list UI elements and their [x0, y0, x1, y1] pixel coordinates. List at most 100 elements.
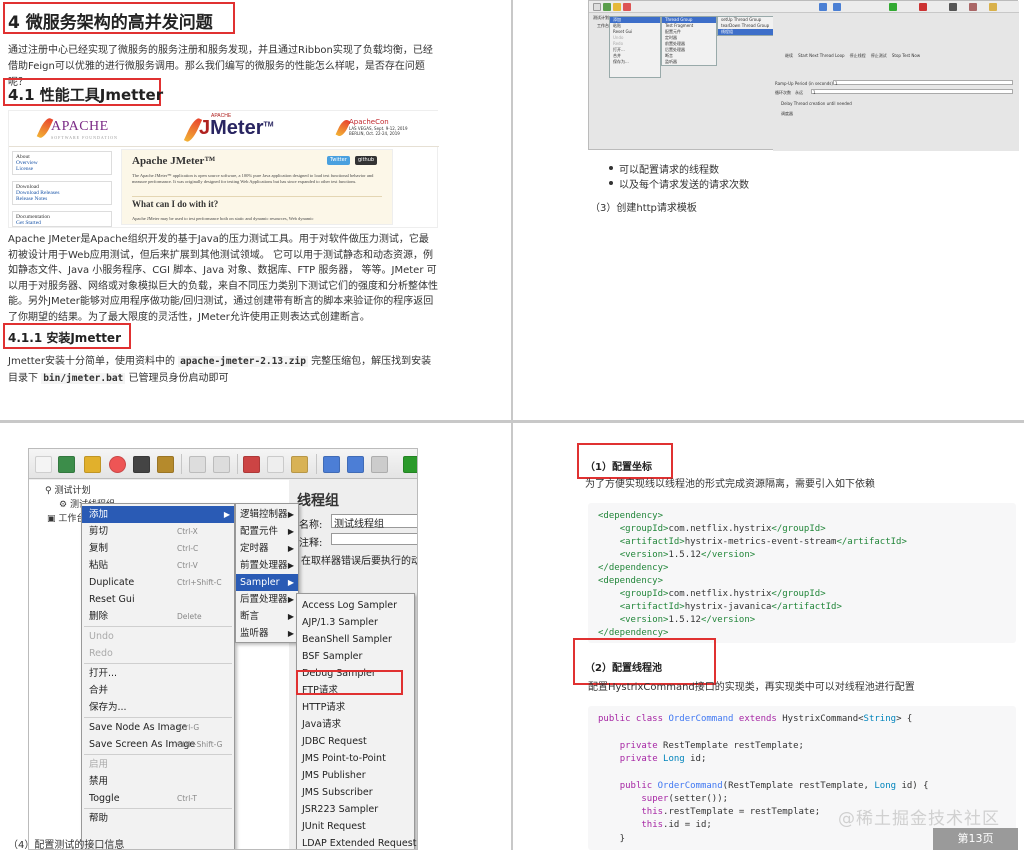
loop-count-input[interactable]: 1	[811, 89, 1013, 95]
sampler-menu-item[interactable]: JMS Publisher	[297, 767, 414, 784]
context-menu-item[interactable]: 帮助	[82, 810, 234, 827]
context-menu-item[interactable]: 启用	[82, 756, 234, 773]
menu-item-label: 删除	[89, 611, 109, 622]
submenu-item[interactable]: 监听器	[662, 59, 716, 65]
sampler-menu-item[interactable]: JMS Subscriber	[297, 784, 414, 801]
submenu-item[interactable]: 监听器 ▶	[236, 625, 298, 642]
radio-next-loop[interactable]: Start Next Thread Loop	[798, 53, 844, 58]
context-menu-item[interactable]: Toggle Ctrl-T	[82, 790, 234, 807]
menu-separator	[84, 808, 232, 809]
templates-icon[interactable]	[58, 456, 75, 473]
save-icon[interactable]	[133, 456, 150, 473]
radio-stop-test[interactable]: 停止测试	[871, 53, 887, 58]
close-icon[interactable]	[623, 3, 631, 11]
radio-stop-test-now[interactable]: Stop Test Now	[892, 53, 920, 58]
context-menu-item[interactable]: Duplicate Ctrl+Shift-C	[82, 574, 234, 591]
sampler-menu-item[interactable]: BSF Sampler	[297, 648, 414, 665]
context-menu-item[interactable]: Reset Gui	[82, 591, 234, 608]
context-menu-item[interactable]: 合并	[82, 682, 234, 699]
scheduler-checkbox[interactable]: 调度器	[781, 111, 793, 117]
sampler-menu-item[interactable]: JDBC Request	[297, 733, 414, 750]
context-menu-item[interactable]: Undo	[82, 628, 234, 645]
submenu-item[interactable]: 后置处理器 ▶	[236, 591, 298, 608]
context-menu-item[interactable]: 禁用	[82, 773, 234, 790]
expand-icon[interactable]	[323, 456, 340, 473]
new-icon[interactable]	[593, 3, 601, 11]
help-icon[interactable]	[989, 3, 997, 11]
tree-node-workbench[interactable]: ▣ 工作台	[47, 511, 85, 524]
sampler-menu-item[interactable]: LDAP Extended Request	[297, 835, 416, 849]
sidebar-link[interactable]: Release Notes	[16, 196, 108, 202]
ramp-up-input[interactable]: 1	[833, 80, 1013, 86]
start-icon[interactable]	[889, 3, 897, 11]
delay-thread-checkbox[interactable]: Delay Thread creation until needed	[781, 101, 852, 106]
tree-node-workbench[interactable]: 工作台	[597, 23, 609, 29]
sidebar-link[interactable]: Get Started	[16, 220, 108, 226]
site-sidebar-documentation: Documentation Get Started	[12, 211, 112, 227]
context-menu-item[interactable]: 保存为...	[610, 59, 660, 65]
submenu-item[interactable]: Sampler ▶	[236, 574, 298, 591]
context-menu-item[interactable]: 打开...	[82, 665, 234, 682]
code-token: hystrix-javanica	[684, 602, 772, 612]
new-file-icon[interactable]	[35, 456, 52, 473]
toggle-icon[interactable]	[371, 456, 388, 473]
code-token: <version>	[619, 550, 669, 560]
context-menu-item[interactable]: 复制 Ctrl-C	[82, 540, 234, 557]
templates-icon[interactable]	[603, 3, 611, 11]
close-icon[interactable]	[109, 456, 126, 473]
tree-node-test-plan[interactable]: 测试计划	[593, 15, 609, 21]
paste-icon[interactable]	[291, 456, 308, 473]
add-icon[interactable]	[819, 3, 827, 11]
context-menu-item[interactable]: 粘贴 Ctrl-V	[82, 557, 234, 574]
context-menu-item[interactable]: Save Screen As Image Ctrl+Shift-G	[82, 736, 234, 753]
context-menu-item[interactable]: Save Node As Image Ctrl-G	[82, 719, 234, 736]
sampler-menu-item[interactable]: Java请求	[297, 716, 414, 733]
loop-forever-checkbox[interactable]: 永远	[795, 90, 803, 96]
code-token: id;	[690, 753, 707, 764]
twitter-button[interactable]: Twitter	[327, 156, 350, 165]
cut-icon[interactable]	[243, 456, 260, 473]
sampler-menu-item[interactable]: HTTP请求	[297, 699, 414, 716]
tree-node-test-plan[interactable]: ⚲ 测试计划	[45, 483, 90, 496]
menu-separator	[84, 626, 232, 627]
radio-stop-thread[interactable]: 停止线程	[850, 53, 866, 58]
submenu-item[interactable]: 逻辑控制器 ▶	[236, 506, 298, 523]
context-menu-item[interactable]: 删除 Delete	[82, 608, 234, 625]
context-menu-item[interactable]: Redo	[82, 645, 234, 662]
watermark: @稀土掘金技术社区	[838, 809, 1000, 829]
thread-group-form: 继续 Start Next Thread Loop 停止线程 停止测试 Stop…	[773, 13, 1019, 151]
menu-item-shortcut: Ctrl+Shift-G	[177, 740, 223, 749]
open-folder-icon[interactable]	[84, 456, 101, 473]
open-icon[interactable]	[613, 3, 621, 11]
submenu-item[interactable]: 断言 ▶	[236, 608, 298, 625]
submenu-item[interactable]: 前置处理器 ▶	[236, 557, 298, 574]
sampler-menu-item[interactable]: JUnit Request	[297, 818, 414, 835]
radio-continue[interactable]: 继续	[785, 53, 793, 58]
remove-icon[interactable]	[833, 3, 841, 11]
sampler-menu-item[interactable]: AJP/1.3 Sampler	[297, 614, 414, 631]
save-as-icon[interactable]	[157, 456, 174, 473]
name-input[interactable]: 测试线程组	[331, 514, 417, 530]
sampler-menu-item[interactable]: JSR223 Sampler	[297, 801, 414, 818]
sampler-menu-item[interactable]: BeanShell Sampler	[297, 631, 414, 648]
copy-icon[interactable]	[267, 456, 284, 473]
github-button[interactable]: github	[355, 156, 378, 165]
collapse-icon[interactable]	[347, 456, 364, 473]
redo-icon[interactable]	[213, 456, 230, 473]
clear-icon[interactable]	[969, 3, 977, 11]
context-menu-item[interactable]: 添加 ▶	[82, 506, 234, 523]
undo-icon[interactable]	[189, 456, 206, 473]
sampler-menu-item[interactable]: Access Log Sampler	[297, 597, 414, 614]
submenu-item[interactable]: 配置元件 ▶	[236, 523, 298, 540]
stop-icon[interactable]	[919, 3, 927, 11]
sampler-menu-item[interactable]: JMS Point-to-Point	[297, 750, 414, 767]
sidebar-link[interactable]: License	[16, 166, 108, 172]
start-icon[interactable]	[403, 456, 417, 473]
install-paragraph: Jmetter安装十分简单，使用资料中的 apache-jmeter-2.13.…	[8, 353, 438, 387]
binoculars-icon[interactable]	[949, 3, 957, 11]
context-menu-item[interactable]: 剪切 Ctrl-X	[82, 523, 234, 540]
submenu-item-thread-group-selected[interactable]: 线程组	[718, 29, 774, 35]
submenu-item[interactable]: 定时器 ▶	[236, 540, 298, 557]
context-menu-item[interactable]: 保存为...	[82, 699, 234, 716]
comment-input[interactable]	[331, 533, 417, 545]
